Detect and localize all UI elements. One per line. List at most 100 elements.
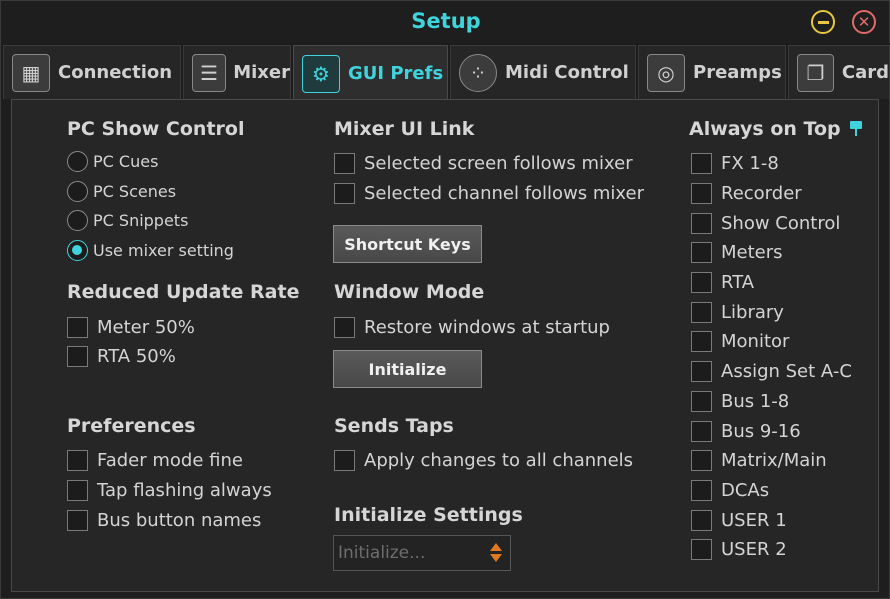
tab-card[interactable]: ❐ Card <box>788 45 890 99</box>
checkbox-tap-flashing-always[interactable]: Tap flashing always <box>67 478 272 502</box>
checkbox-label: Assign Set A-C <box>721 360 852 382</box>
close-icon[interactable]: ✕ <box>852 10 876 34</box>
checkbox[interactable] <box>334 316 355 338</box>
checkbox-monitor[interactable]: Monitor <box>691 329 789 353</box>
checkbox-bus-button-names[interactable]: Bus button names <box>67 508 261 532</box>
checkbox-fader-mode-fine[interactable]: Fader mode fine <box>67 448 243 472</box>
checkbox[interactable] <box>691 420 712 442</box>
radio-button[interactable] <box>67 209 88 231</box>
checkbox[interactable] <box>691 509 712 531</box>
checkbox[interactable] <box>334 182 355 204</box>
setup-window: Setup ✕ ▦ Connection ☰ Mixer ⚙ GUI Prefs… <box>0 0 890 599</box>
checkbox[interactable] <box>691 271 712 293</box>
radio-pc-scenes[interactable]: PC Scenes <box>67 179 176 203</box>
checkbox-user-1[interactable]: USER 1 <box>691 508 787 532</box>
checkbox-label: Show Control <box>721 212 841 234</box>
always-on-top-label: Always on Top <box>689 118 841 140</box>
tab-label: GUI Prefs <box>348 63 444 84</box>
checkbox-fx-1-8[interactable]: FX 1-8 <box>691 151 779 175</box>
checkbox-label: Bus 9-16 <box>721 420 801 442</box>
radio-pc-cues[interactable]: PC Cues <box>67 149 158 173</box>
preferences-heading: Preferences <box>67 415 196 437</box>
checkbox[interactable] <box>691 212 712 234</box>
radio-label: PC Cues <box>93 151 159 171</box>
always-on-top-heading: Always on Top <box>689 118 863 140</box>
checkbox-meter-50[interactable]: Meter 50% <box>67 315 195 339</box>
checkbox[interactable] <box>67 316 88 338</box>
checkbox-selected-channel-follows-mixer[interactable]: Selected channel follows mixer <box>334 181 644 205</box>
checkbox[interactable] <box>691 152 712 174</box>
tab-gui-prefs[interactable]: ⚙ GUI Prefs <box>293 45 448 101</box>
midi-din-icon: ⁘ <box>459 53 497 92</box>
pin-icon <box>849 120 863 136</box>
checkbox-meters[interactable]: Meters <box>691 240 783 264</box>
tab-connection[interactable]: ▦ Connection <box>3 45 181 99</box>
window-mode-heading: Window Mode <box>334 281 485 303</box>
tab-label: Preamps <box>693 62 782 83</box>
checkbox-label: Monitor <box>721 330 790 352</box>
checkbox-apply-changes-to-all-channels[interactable]: Apply changes to all channels <box>334 448 633 472</box>
checkbox-rta[interactable]: RTA <box>691 270 754 294</box>
checkbox-label: RTA 50% <box>97 345 176 367</box>
checkbox-library[interactable]: Library <box>691 300 784 324</box>
checkbox[interactable] <box>691 449 712 471</box>
minimize-icon[interactable] <box>811 10 835 34</box>
initialize-settings-select[interactable]: Initialize... <box>333 535 511 571</box>
tab-mixer[interactable]: ☰ Mixer <box>183 45 291 99</box>
checkbox-restore-windows-at-startup[interactable]: Restore windows at startup <box>334 315 610 339</box>
checkbox-label: Selected channel follows mixer <box>364 182 644 204</box>
checkbox[interactable] <box>691 241 712 263</box>
checkbox[interactable] <box>691 301 712 323</box>
tab-label: Card <box>841 62 889 83</box>
sends-taps-heading: Sends Taps <box>334 415 454 437</box>
checkbox-assign-set-a-c[interactable]: Assign Set A-C <box>691 359 852 383</box>
checkbox-dcas[interactable]: DCAs <box>691 478 769 502</box>
checkbox[interactable] <box>691 182 712 204</box>
tab-label: Mixer <box>233 62 290 83</box>
checkbox[interactable] <box>691 330 712 352</box>
checkbox[interactable] <box>691 538 712 560</box>
checkbox[interactable] <box>334 449 355 471</box>
checkbox-user-2[interactable]: USER 2 <box>691 537 787 561</box>
checkbox-label: Selected screen follows mixer <box>364 152 633 174</box>
checkbox-label: USER 1 <box>721 509 787 531</box>
tab-preamps[interactable]: ◎ Preamps <box>638 45 786 99</box>
checkbox-matrix-main[interactable]: Matrix/Main <box>691 448 827 472</box>
checkbox[interactable] <box>67 449 88 471</box>
checkbox-label: Bus 1-8 <box>721 390 790 412</box>
checkbox[interactable] <box>691 390 712 412</box>
radio-button-selected[interactable] <box>67 239 88 261</box>
checkbox-label: Tap flashing always <box>97 479 272 501</box>
checkbox-bus-9-16[interactable]: Bus 9-16 <box>691 419 801 443</box>
checkbox-selected-screen-follows-mixer[interactable]: Selected screen follows mixer <box>334 151 633 175</box>
checkbox[interactable] <box>334 152 355 174</box>
pc-show-control-heading: PC Show Control <box>67 118 245 140</box>
checkbox-label: Library <box>721 301 784 323</box>
checkbox-recorder[interactable]: Recorder <box>691 181 802 205</box>
checkbox[interactable] <box>691 360 712 382</box>
checkbox-label: Bus button names <box>97 509 262 531</box>
checkbox-label: Restore windows at startup <box>364 316 610 338</box>
checkbox-bus-1-8[interactable]: Bus 1-8 <box>691 389 789 413</box>
gears-icon: ⚙ <box>302 54 340 93</box>
checkbox-label: Meters <box>721 241 783 263</box>
radio-button[interactable] <box>67 180 88 202</box>
radio-button[interactable] <box>67 150 88 172</box>
initialize-button[interactable]: Initialize <box>333 350 482 388</box>
reduced-update-rate-heading: Reduced Update Rate <box>67 281 300 303</box>
tab-midi-control[interactable]: ⁘ Midi Control <box>450 45 636 99</box>
checkbox[interactable] <box>67 345 88 367</box>
checkbox-label: USER 2 <box>721 538 787 560</box>
checkbox-label: Fader mode fine <box>97 449 243 471</box>
checkbox[interactable] <box>67 479 88 501</box>
checkbox-rta-50[interactable]: RTA 50% <box>67 344 176 368</box>
radio-pc-snippets[interactable]: PC Snippets <box>67 208 188 232</box>
radio-use-mixer-setting[interactable]: Use mixer setting <box>67 238 234 262</box>
updown-arrows-icon <box>490 543 502 565</box>
connection-icon: ▦ <box>12 53 50 92</box>
shortcut-keys-button[interactable]: Shortcut Keys <box>333 225 482 263</box>
checkbox[interactable] <box>691 479 712 501</box>
select-placeholder: Initialize... <box>338 543 426 563</box>
checkbox[interactable] <box>67 509 88 531</box>
checkbox-show-control[interactable]: Show Control <box>691 211 840 235</box>
